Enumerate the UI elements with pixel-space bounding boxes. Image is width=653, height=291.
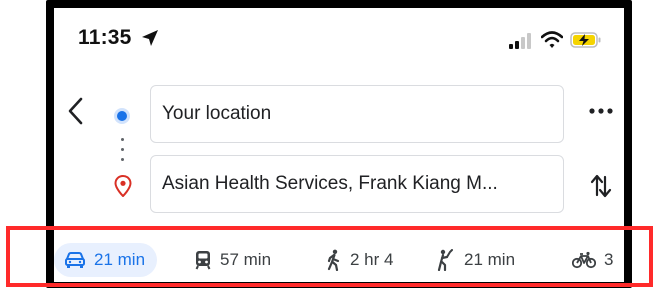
swap-directions-icon[interactable] xyxy=(590,173,612,199)
car-icon xyxy=(65,252,85,268)
mode-walk-label: 2 hr 4 xyxy=(350,250,394,269)
mode-transit-label: 57 min xyxy=(220,250,272,269)
mode-rideshare[interactable]: 21 min xyxy=(436,243,515,277)
origin-dot-icon xyxy=(117,111,127,121)
battery-charging-icon xyxy=(570,32,601,48)
destination-field[interactable]: Asian Health Services, Frank Kiang M... xyxy=(150,155,564,213)
origin-field[interactable]: Your location xyxy=(150,85,564,143)
bicycle-icon xyxy=(572,251,596,269)
wifi-icon xyxy=(541,31,563,48)
phone-screen: 11:35 Your location Asian Health Service… xyxy=(54,8,624,282)
mode-rideshare-label: 21 min xyxy=(464,250,516,269)
walking-icon xyxy=(327,249,340,271)
destination-pin-icon xyxy=(114,175,132,197)
status-time: 11:35 xyxy=(78,26,132,49)
more-options-icon[interactable] xyxy=(586,105,616,117)
mode-transit[interactable]: 57 min xyxy=(194,243,271,277)
cellular-signal-icon xyxy=(509,33,531,49)
location-arrow-icon xyxy=(142,30,158,46)
train-icon xyxy=(195,251,211,270)
travel-mode-bar: 21 min 57 min 2 hr 4 21 min 3 xyxy=(54,238,624,282)
mode-walk[interactable]: 2 hr 4 xyxy=(326,243,393,277)
mode-drive[interactable]: 21 min xyxy=(54,243,158,277)
route-dots-icon xyxy=(121,138,125,164)
mode-drive-label: 21 min xyxy=(94,250,146,269)
mode-bike[interactable]: 3 xyxy=(572,243,613,277)
mode-bike-label: 3 xyxy=(604,250,614,269)
back-chevron-icon[interactable] xyxy=(66,96,86,126)
rideshare-icon xyxy=(437,249,453,271)
